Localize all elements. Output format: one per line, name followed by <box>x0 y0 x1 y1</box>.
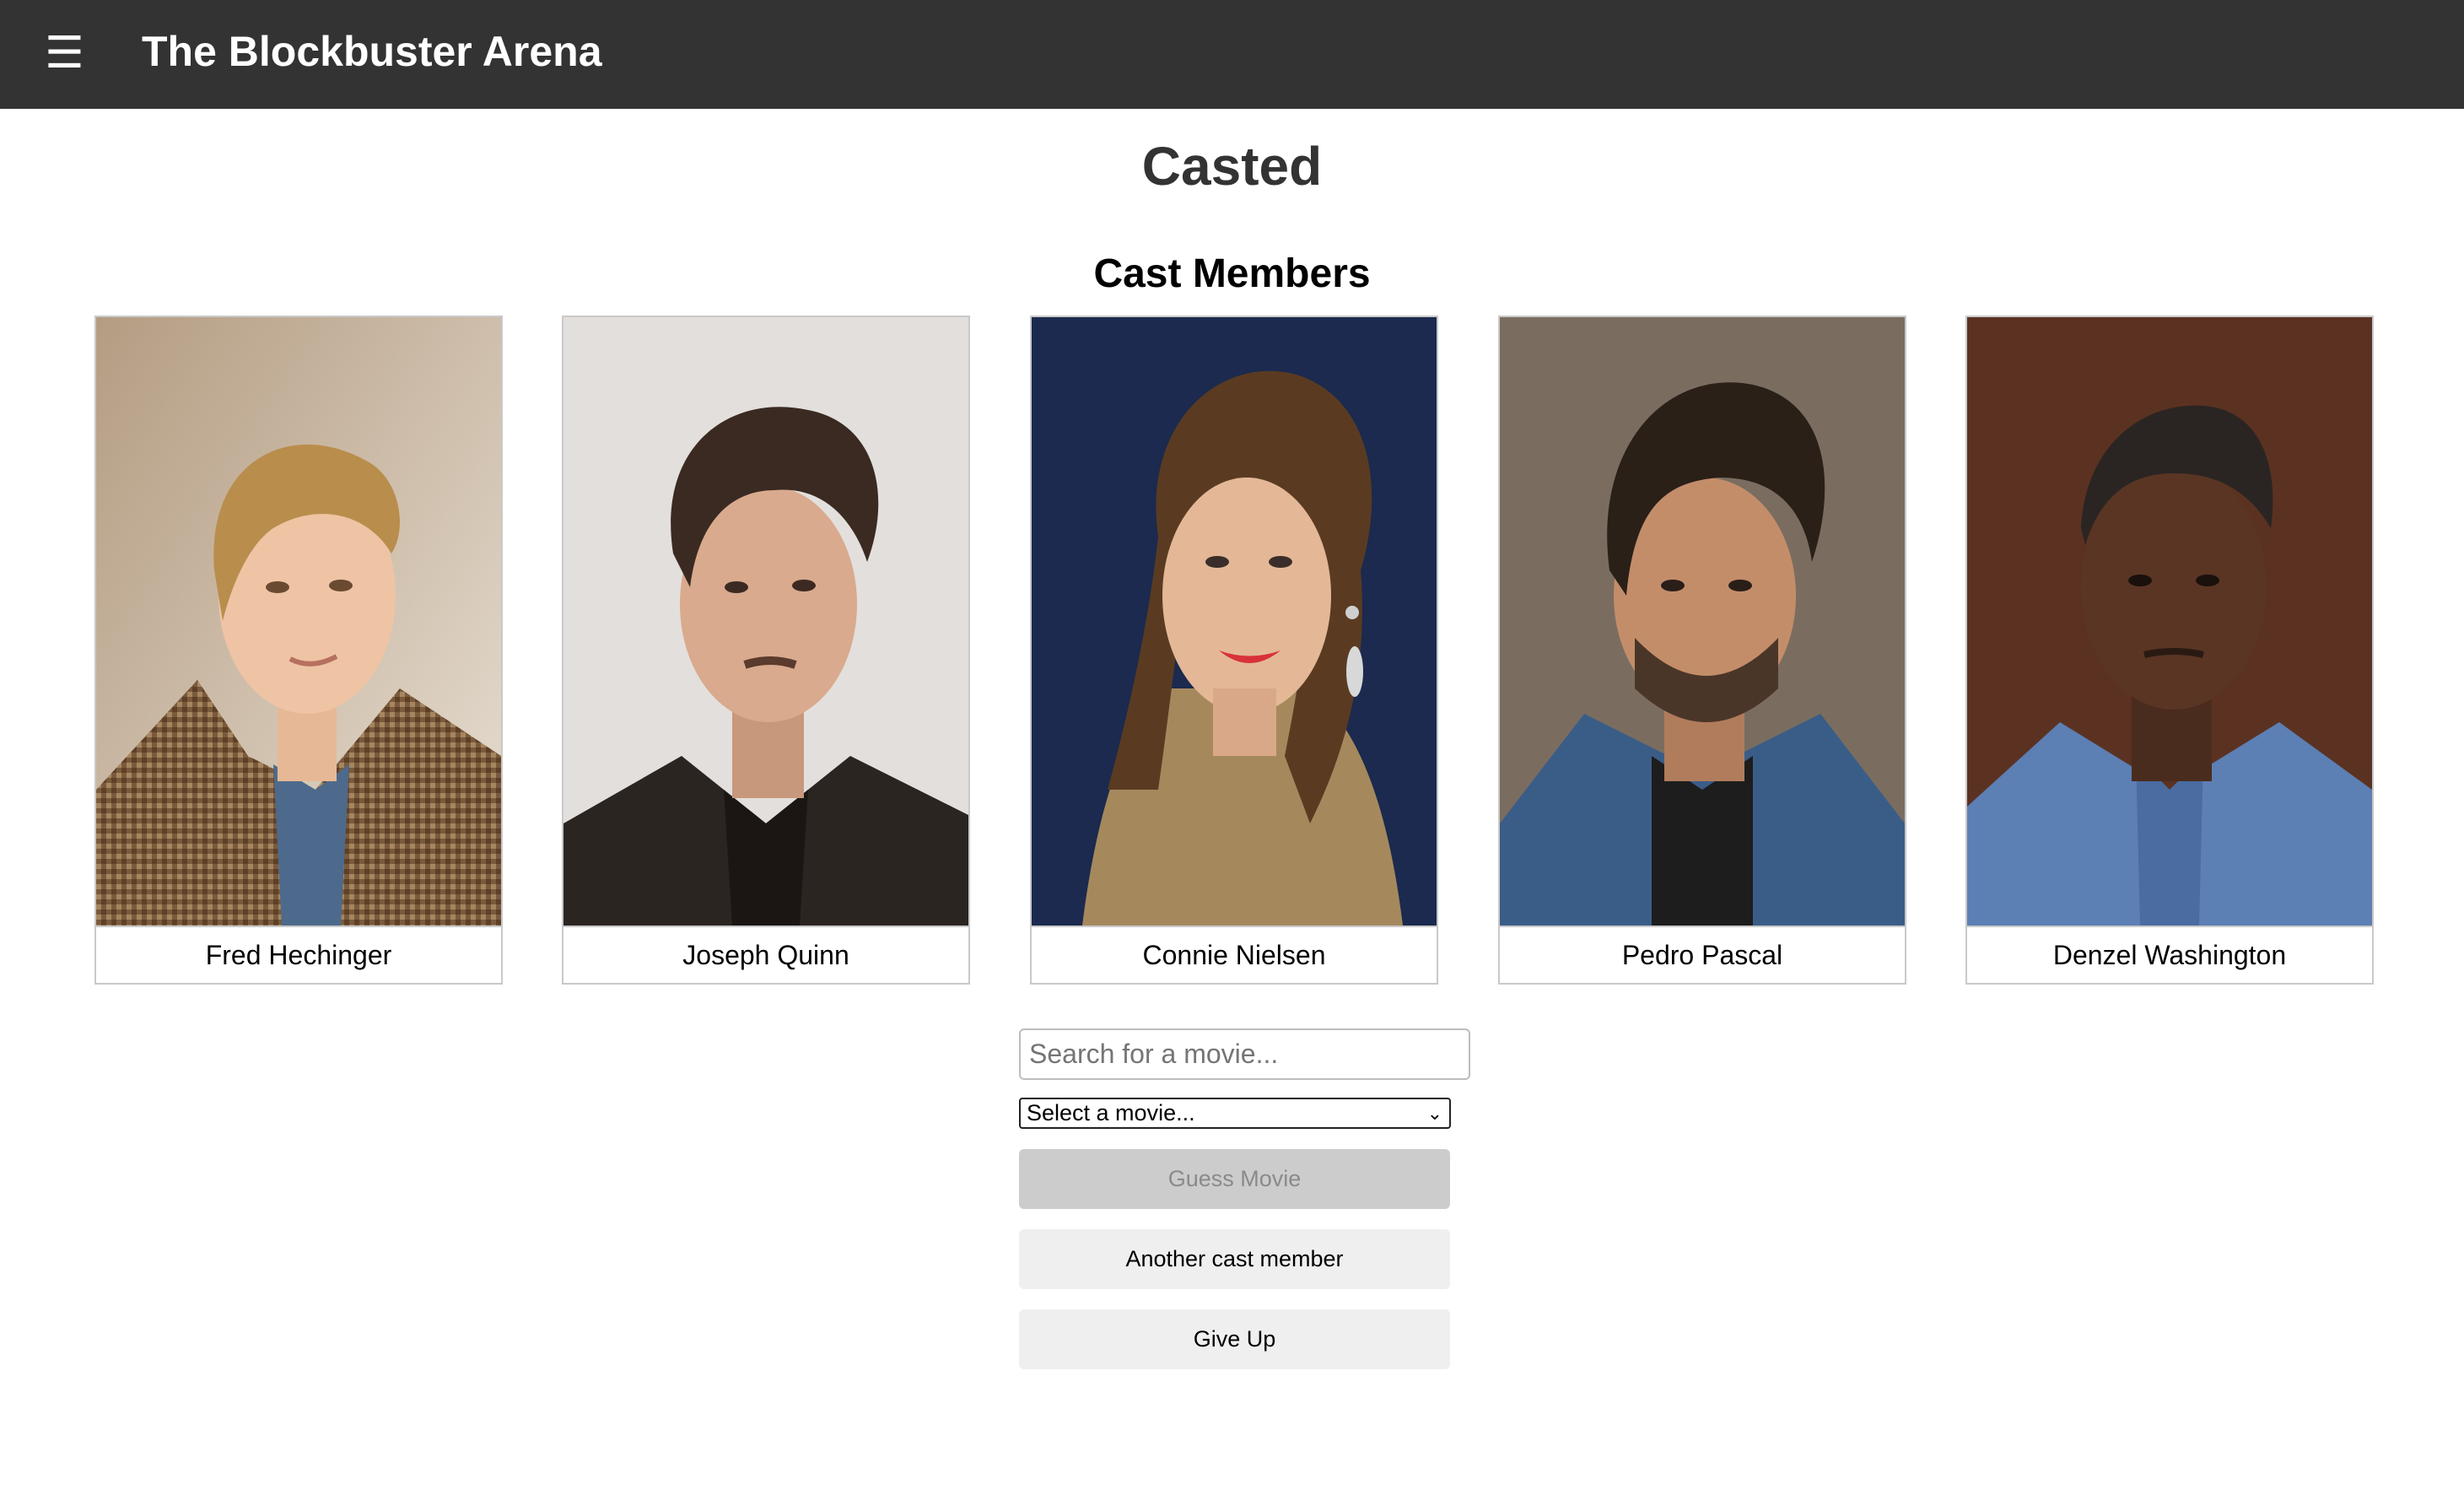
cast-card: Joseph Quinn <box>562 316 970 985</box>
cast-members-heading: Cast Members <box>1093 251 1371 296</box>
top-navigation-bar: ☰ The Blockbuster Arena <box>0 0 2464 109</box>
chevron-down-icon: ⌄ <box>1426 1103 1442 1124</box>
cast-photo <box>1500 317 1905 926</box>
cast-photo <box>563 317 968 926</box>
cast-card: Connie Nielsen <box>1030 316 1438 985</box>
cast-name: Pedro Pascal <box>1500 926 1905 983</box>
hamburger-menu-icon[interactable]: ☰ <box>45 31 84 75</box>
movie-select-dropdown[interactable]: Select a movie... ⌄ <box>1019 1098 1451 1129</box>
cast-name: Denzel Washington <box>1967 926 2372 983</box>
give-up-button[interactable]: Give Up <box>1019 1309 1450 1369</box>
cast-card: Pedro Pascal <box>1498 316 1906 985</box>
another-cast-member-button[interactable]: Another cast member <box>1019 1229 1450 1289</box>
cast-card: Fred Hechinger <box>94 316 503 985</box>
movie-search-input[interactable] <box>1019 1028 1470 1080</box>
cast-name: Connie Nielsen <box>1032 926 1437 983</box>
guess-movie-button[interactable]: Guess Movie <box>1019 1149 1450 1209</box>
movie-select-value: Select a movie... <box>1027 1100 1195 1125</box>
site-brand-title[interactable]: The Blockbuster Arena <box>142 25 602 78</box>
cast-name: Joseph Quinn <box>563 926 968 983</box>
cast-photo <box>96 317 501 926</box>
cast-card: Denzel Washington <box>1965 316 2374 985</box>
cast-photo <box>1967 317 2372 926</box>
page-title: Casted <box>1141 136 1323 197</box>
cast-photo <box>1032 317 1437 926</box>
cast-name: Fred Hechinger <box>96 926 501 983</box>
